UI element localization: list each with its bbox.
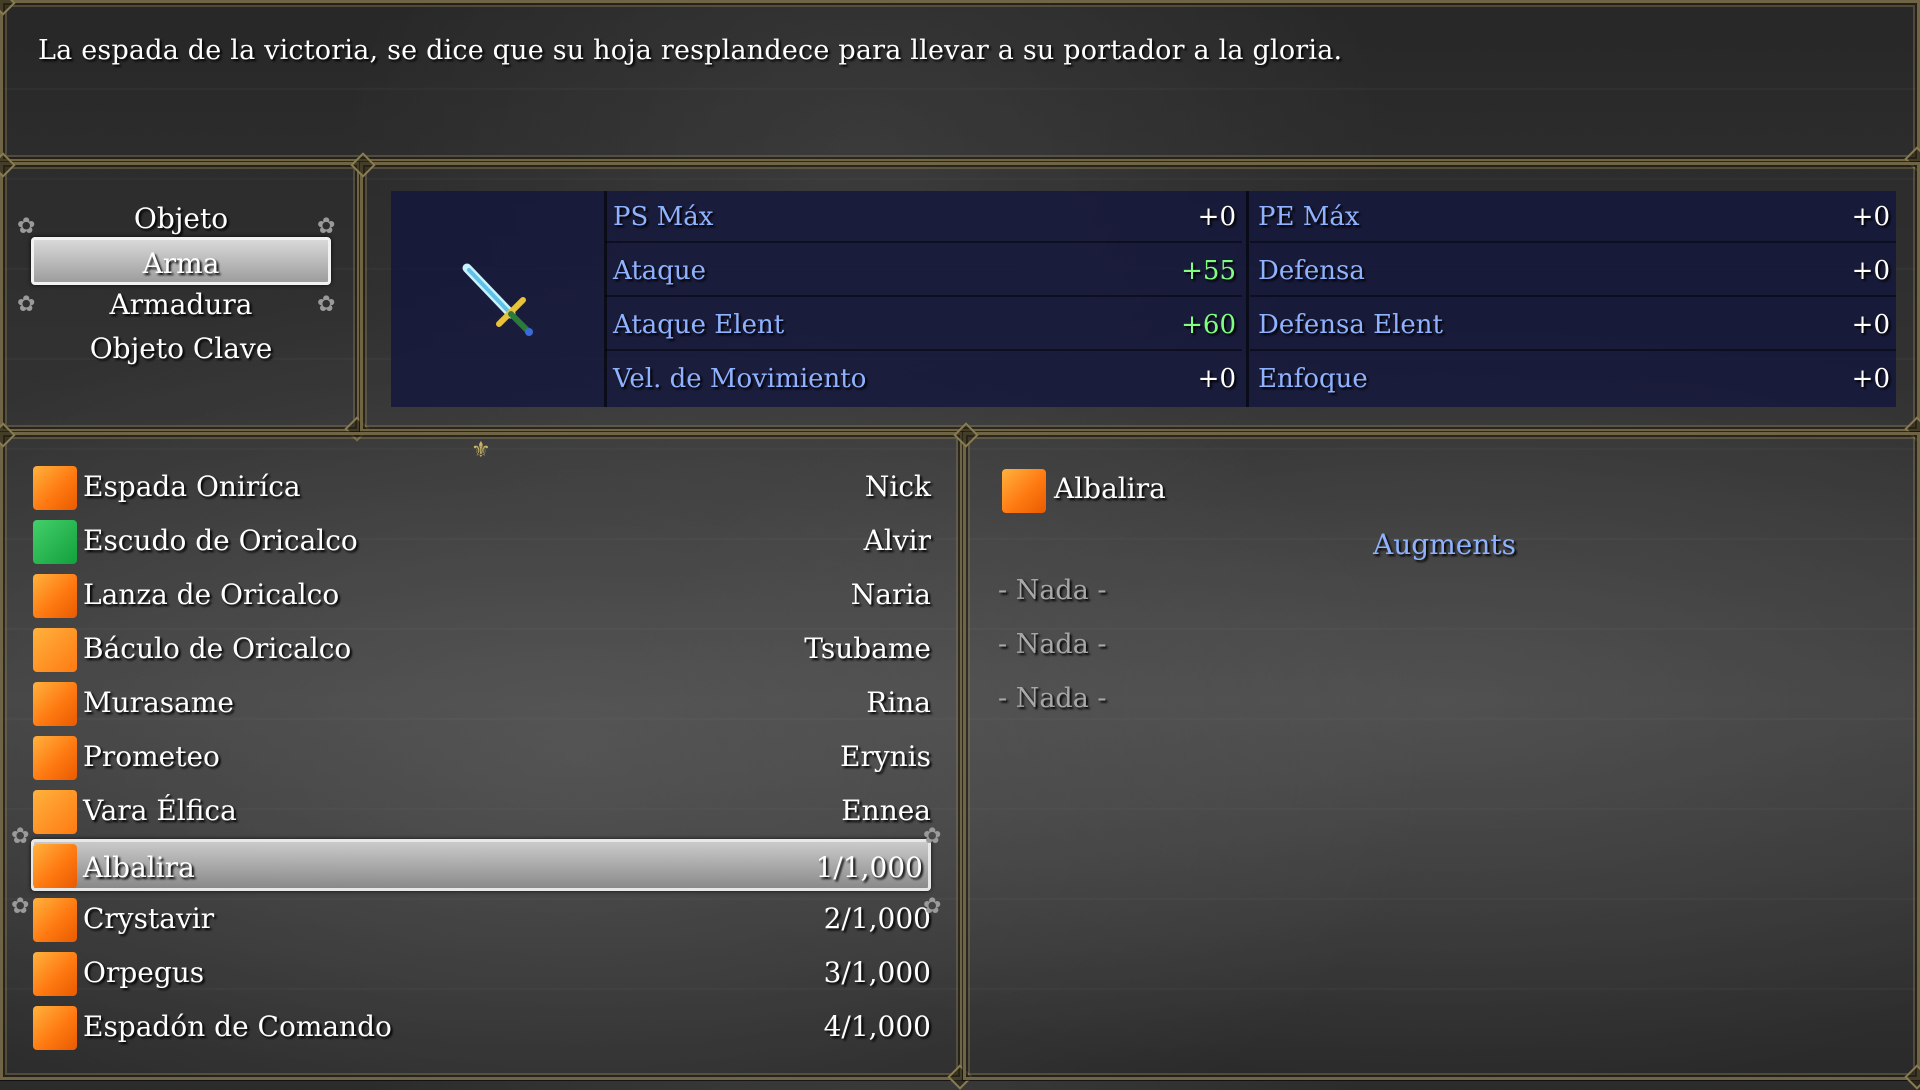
stat-row-defensa: Defensa +0 — [1250, 245, 1896, 297]
list-item[interactable]: Espadón de Comando 4/1,000 — [31, 1001, 931, 1053]
item-quantity: 3/1,000 — [823, 956, 931, 989]
category-armadura[interactable]: Armadura — [31, 281, 331, 329]
cursor-ornament-icon: ✿ — [923, 894, 942, 919]
stat-value: +60 — [1181, 310, 1236, 340]
stat-value: +0 — [1851, 202, 1890, 232]
staff-icon — [33, 790, 77, 834]
stats-window: PS Máx +0 Ataque +55 Ataque Elent +60 Ve… — [360, 162, 1920, 432]
shield-icon — [33, 520, 77, 564]
list-item[interactable]: Crystavir 2/1,000 — [31, 893, 931, 945]
item-name: Báculo de Oricalco — [83, 632, 352, 665]
item-owner: Nick — [864, 470, 931, 503]
stat-label: Vel. de Movimiento — [613, 364, 867, 394]
category-objeto[interactable]: Objeto — [31, 195, 331, 243]
cursor-ornament-icon: ✿ — [11, 824, 30, 849]
augment-slot[interactable]: - Nada - — [998, 673, 1107, 725]
list-item[interactable]: Orpegus 3/1,000 — [31, 947, 931, 999]
sword-icon — [1002, 469, 1046, 513]
item-owner: Alvir — [863, 524, 931, 557]
stat-value: +0 — [1851, 256, 1890, 286]
stat-row-vel-movimiento: Vel. de Movimiento +0 — [605, 353, 1242, 405]
katana-icon — [33, 682, 77, 726]
augment-slot[interactable]: - Nada - — [998, 619, 1107, 671]
category-window: Objeto Arma Armadura Objeto Clave ✿ ✿ ✿ … — [0, 162, 360, 432]
list-item[interactable]: Escudo de Oricalco Alvir — [31, 515, 931, 567]
item-name: Vara Élfica — [83, 794, 237, 827]
stat-row-ataque: Ataque +55 — [605, 245, 1242, 297]
stat-value: +0 — [1851, 310, 1890, 340]
stat-label: PS Máx — [613, 202, 714, 232]
category-objeto-clave[interactable]: Objeto Clave — [31, 325, 331, 373]
item-name: Murasame — [83, 686, 234, 719]
stats-divider — [1246, 191, 1249, 407]
stat-label: Enfoque — [1258, 364, 1368, 394]
stat-row-pe-max: PE Máx +0 — [1250, 191, 1896, 243]
item-name: Espada Oniríca — [83, 470, 301, 503]
item-description: La espada de la victoria, se dice que su… — [38, 35, 1343, 66]
item-quantity: 4/1,000 — [823, 1010, 931, 1043]
cursor-ornament-icon: ✿ — [317, 214, 336, 239]
item-owner: Naria — [850, 578, 931, 611]
dagger-icon — [33, 736, 77, 780]
sword-icon — [33, 898, 77, 942]
detail-item-name: Albalira — [1054, 472, 1166, 505]
stat-label: Ataque — [613, 256, 707, 286]
stat-value: +55 — [1181, 256, 1236, 286]
item-owner: Tsubame — [804, 632, 931, 665]
sword-icon — [33, 844, 77, 888]
stat-label: Defensa — [1258, 256, 1365, 286]
item-name: Crystavir — [83, 902, 215, 935]
cursor-ornament-icon: ✿ — [17, 214, 36, 239]
augments-heading: Augments — [1373, 528, 1516, 561]
stat-label: Ataque Elent — [613, 310, 785, 340]
dagger-icon — [33, 952, 77, 996]
augment-slot[interactable]: - Nada - — [998, 565, 1107, 617]
help-window: La espada de la victoria, se dice que su… — [0, 0, 1920, 162]
stat-row-enfoque: Enfoque +0 — [1250, 353, 1896, 405]
scroll-up-arrow-icon[interactable]: ⚜ — [471, 440, 491, 462]
list-item[interactable]: Espada Oniríca Nick — [31, 461, 931, 513]
sword-icon — [462, 263, 533, 336]
item-list-window: ⚜ Espada Oniríca Nick Escudo de Oricalco… — [0, 432, 963, 1080]
list-item[interactable]: Lanza de Oricalco Naria — [31, 569, 931, 621]
stat-label: PE Máx — [1258, 202, 1360, 232]
item-name: Espadón de Comando — [83, 1010, 392, 1043]
list-item[interactable]: Báculo de Oricalco Tsubame — [31, 623, 931, 675]
stat-row-defensa-elent: Defensa Elent +0 — [1250, 299, 1896, 351]
category-arma[interactable]: Arma — [31, 237, 331, 285]
stat-value: +0 — [1197, 202, 1236, 232]
sword-icon — [33, 466, 77, 510]
item-quantity: 1/1,000 — [815, 851, 923, 884]
spear-icon — [33, 574, 77, 618]
item-owner: Rina — [866, 686, 931, 719]
cursor-ornament-icon: ✿ — [923, 824, 942, 849]
stat-value: +0 — [1197, 364, 1236, 394]
staff-icon — [33, 628, 77, 672]
item-name: Escudo de Oricalco — [83, 524, 358, 557]
stat-row-ataque-elent: Ataque Elent +60 — [605, 299, 1242, 351]
item-owner: Ennea — [841, 794, 931, 827]
item-name: Albalira — [83, 851, 195, 884]
list-item-selected[interactable]: Albalira 1/1,000 — [31, 839, 931, 891]
cursor-ornament-icon: ✿ — [17, 292, 36, 317]
item-name: Orpegus — [83, 956, 205, 989]
item-detail-window: Albalira Augments - Nada - - Nada - - Na… — [963, 432, 1920, 1080]
list-item[interactable]: Vara Élfica Ennea — [31, 785, 931, 837]
sword-icon — [33, 1006, 77, 1050]
item-name: Lanza de Oricalco — [83, 578, 340, 611]
cursor-ornament-icon: ✿ — [11, 894, 30, 919]
list-item[interactable]: Murasame Rina — [31, 677, 931, 729]
item-quantity: 2/1,000 — [823, 902, 931, 935]
stat-label: Defensa Elent — [1258, 310, 1443, 340]
stat-value: +0 — [1851, 364, 1890, 394]
item-owner: Erynis — [840, 740, 931, 773]
stat-row-ps-max: PS Máx +0 — [605, 191, 1242, 243]
list-item[interactable]: Prometeo Erynis — [31, 731, 931, 783]
item-name: Prometeo — [83, 740, 220, 773]
cursor-ornament-icon: ✿ — [317, 292, 336, 317]
